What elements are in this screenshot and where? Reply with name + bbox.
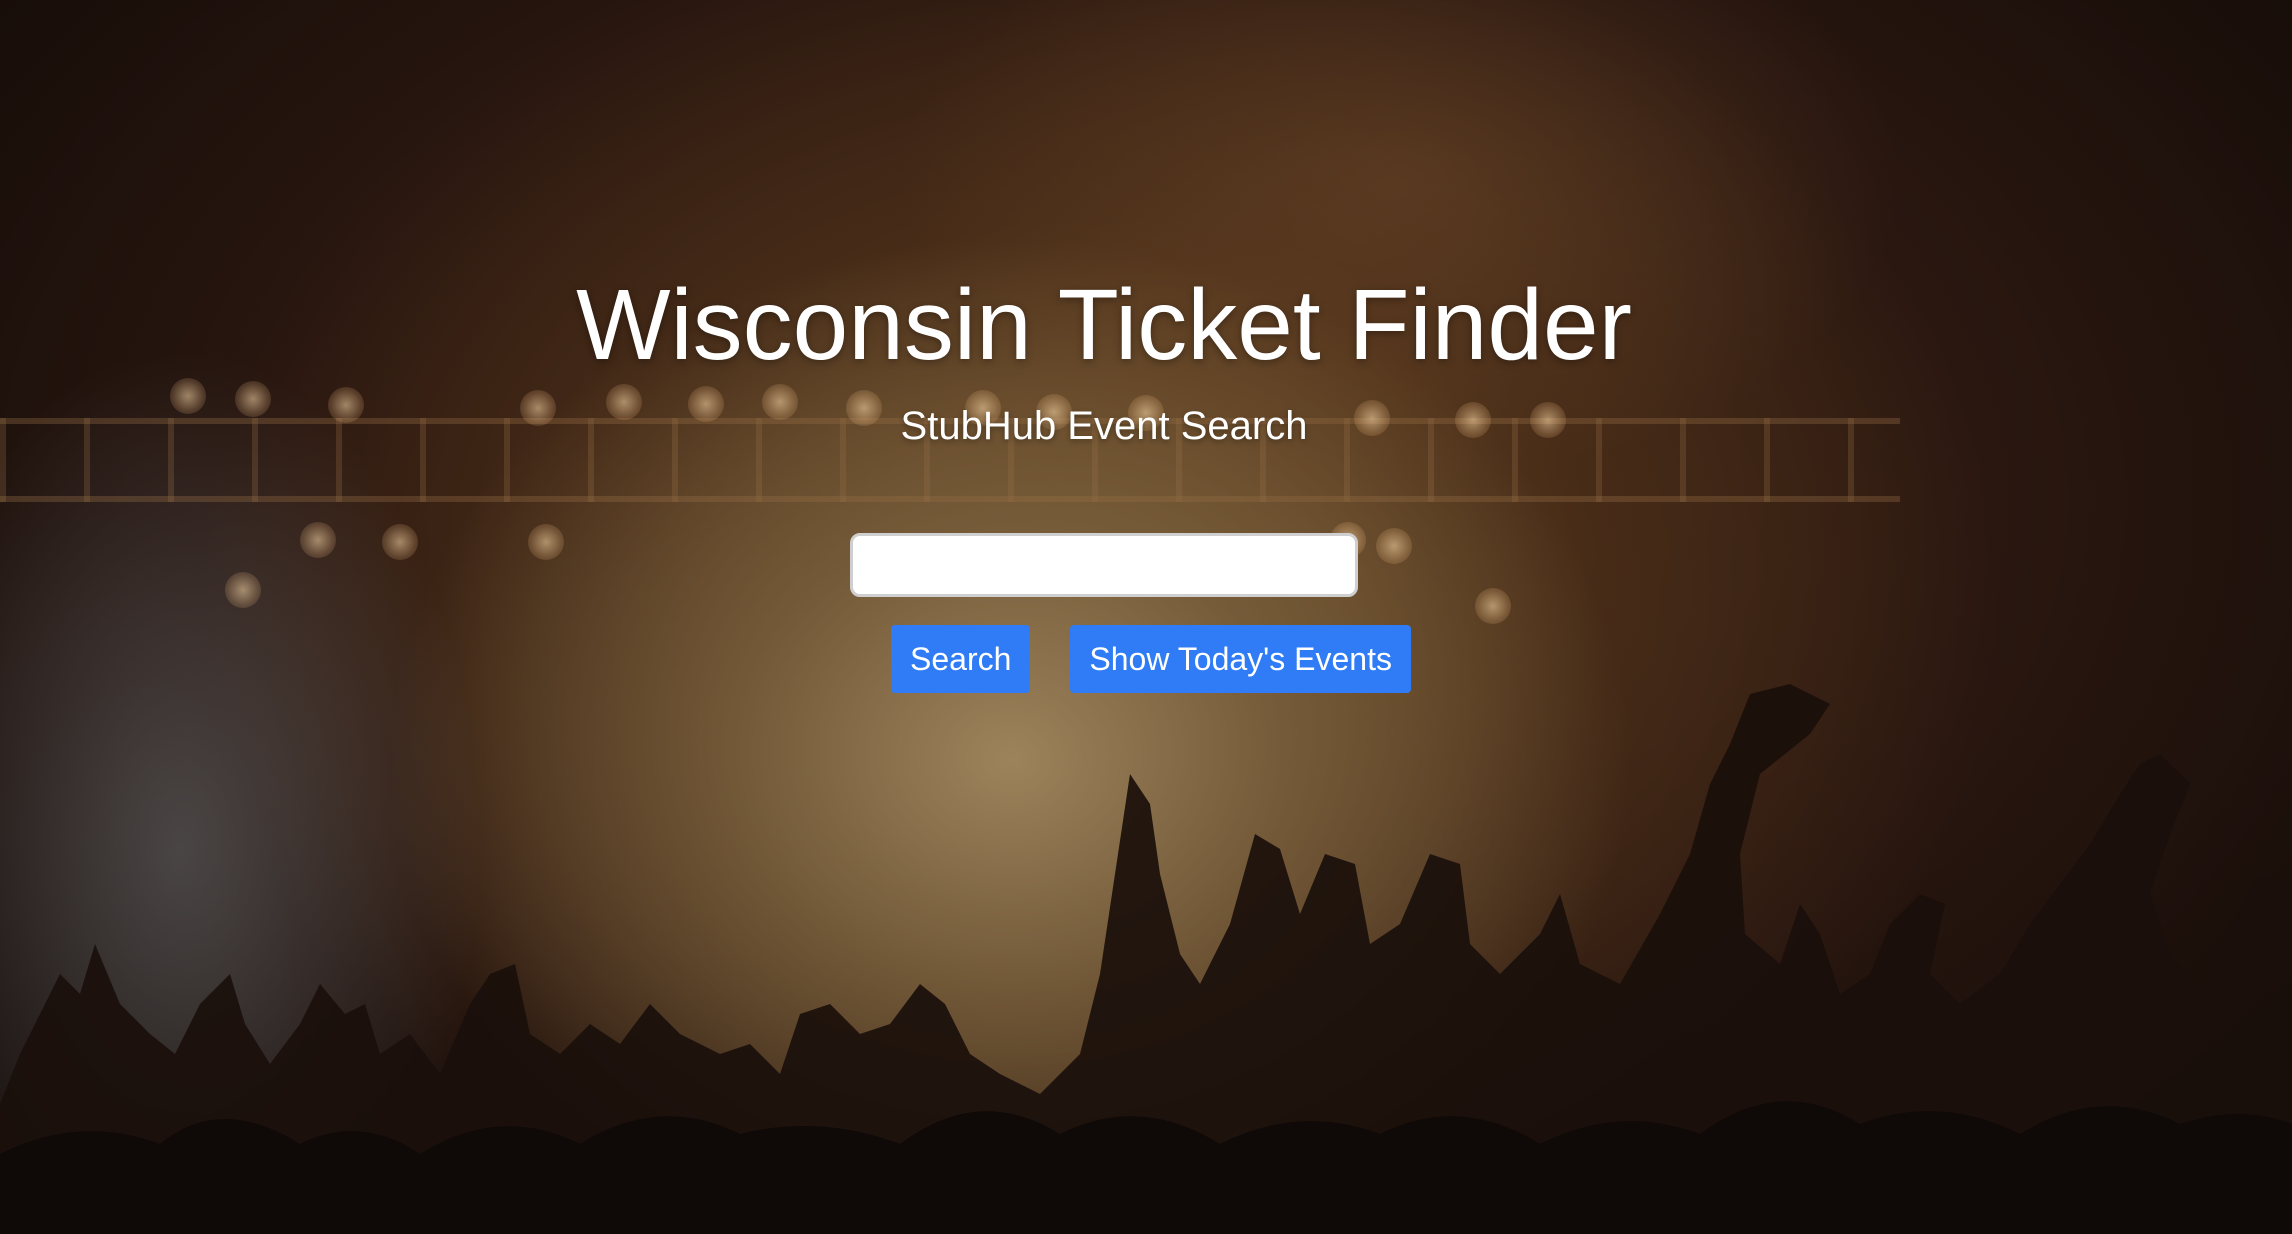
search-button[interactable]: Search [891,625,1031,693]
crowd-silhouette [0,674,2292,1234]
page-title: Wisconsin Ticket Finder [576,269,1632,381]
hero-content: Wisconsin Ticket Finder StubHub Event Se… [0,270,2208,693]
hero-background: Wisconsin Ticket Finder StubHub Event Se… [0,0,2292,1234]
search-input[interactable] [850,533,1358,597]
button-row: Search Show Today's Events [891,625,1411,693]
page-subtitle: StubHub Event Search [900,404,1308,448]
show-todays-events-button[interactable]: Show Today's Events [1070,625,1411,693]
